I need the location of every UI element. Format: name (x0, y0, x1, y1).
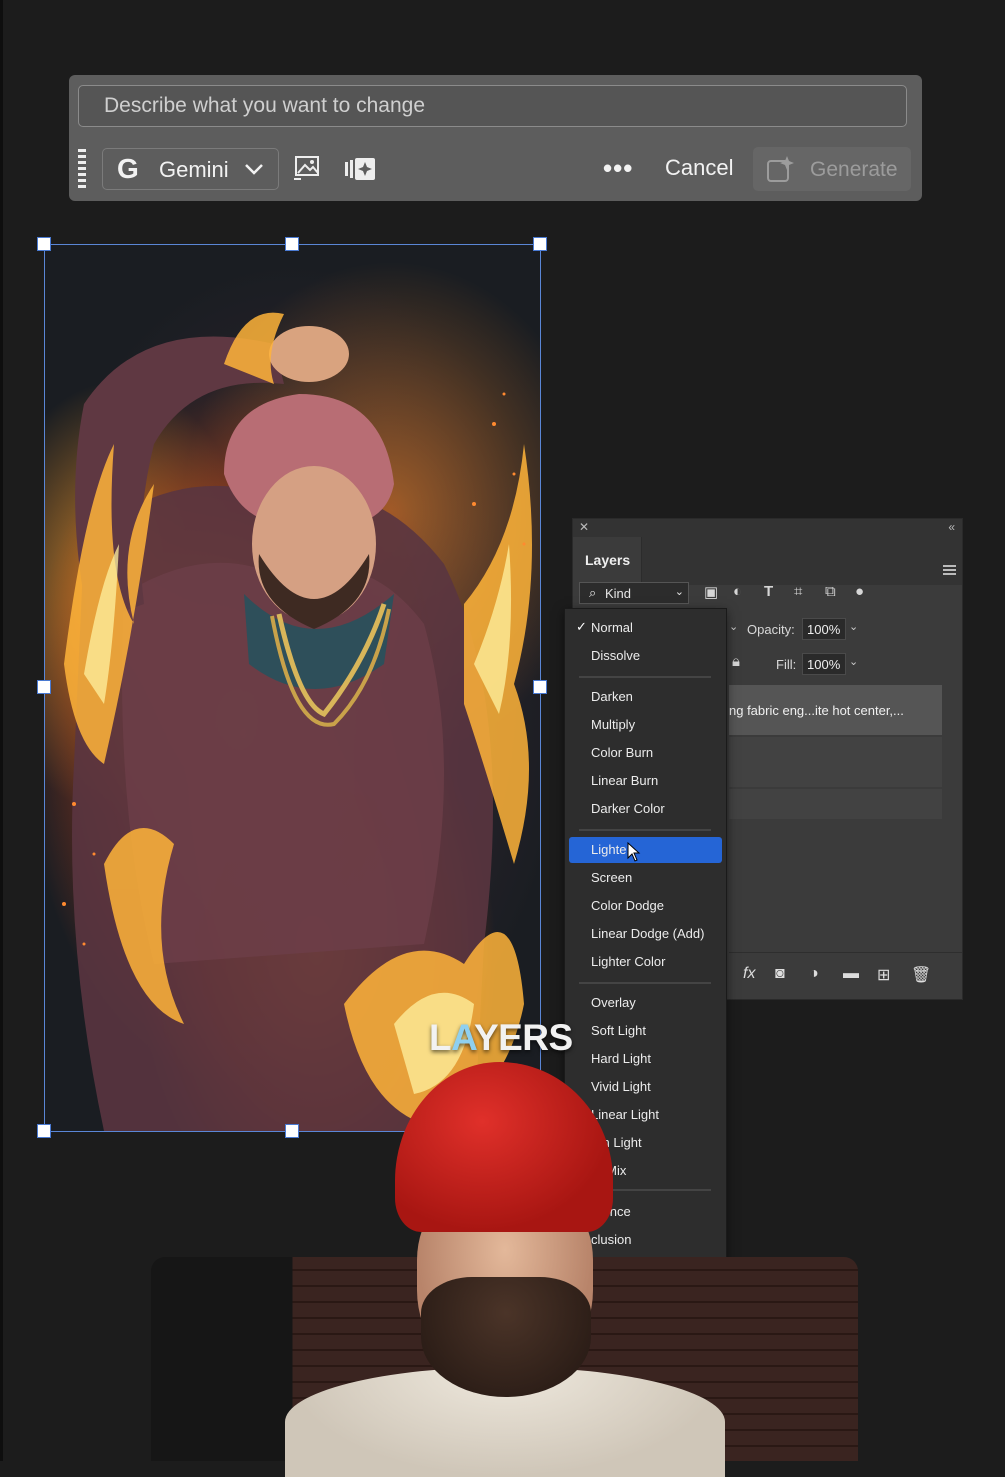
presenter-beard (421, 1277, 591, 1397)
chevron-down-icon (245, 164, 263, 175)
video-caption: LAYERS (429, 1017, 573, 1059)
new-layer-icon[interactable]: ⊞ (877, 965, 890, 985)
layer-row[interactable]: ng fabric eng...ite hot center,... (729, 685, 942, 735)
blend-mode-label: Color Dodge (591, 898, 664, 913)
filter-type-icon[interactable]: T (764, 583, 773, 600)
blend-mode-item[interactable]: Dissolve (569, 643, 722, 669)
blend-mode-label: Linear Burn (591, 773, 659, 788)
blend-mode-item[interactable]: Color Dodge (569, 893, 722, 919)
drag-grip-icon[interactable] (78, 149, 86, 189)
blend-mode-label: Lighte (591, 842, 627, 857)
transform-handle-left[interactable] (37, 680, 51, 694)
layer-row[interactable] (729, 789, 942, 819)
blend-mode-label: Darker Color (591, 801, 665, 816)
tab-layers-label: Layers (585, 552, 631, 568)
filter-toggle-icon[interactable]: ● (855, 583, 864, 600)
opacity-label: Opacity: (747, 622, 795, 637)
collapse-icon[interactable]: « (948, 520, 955, 534)
filter-adjustment-icon[interactable]: ◐ (733, 583, 742, 600)
caption-part: YERS (473, 1017, 573, 1058)
transform-handle-right[interactable] (533, 680, 547, 694)
search-icon: ⌕ (589, 585, 597, 600)
filter-shape-icon[interactable]: ⌗ (794, 583, 802, 600)
transform-bounding-box[interactable] (44, 244, 541, 1132)
blend-mode-item[interactable]: ✓ Normal (569, 615, 722, 641)
blend-mode-item[interactable]: Darker Color (569, 796, 722, 822)
contextual-task-bar: Describe what you want to change G Gemin… (69, 75, 922, 201)
generate-sparkle-icon (767, 156, 794, 182)
generative-variations-icon[interactable] (343, 153, 377, 185)
blend-mode-label: Linear Dodge (Add) (591, 926, 705, 941)
filter-kind-label: Kind (605, 586, 632, 601)
google-g-icon: G (117, 153, 139, 184)
layer-name: ng fabric eng...ite hot center,... (729, 703, 904, 718)
left-edge (0, 0, 3, 1461)
lock-icon[interactable]: 🔒︎ (732, 653, 740, 670)
blend-mode-item[interactable]: Multiply (569, 712, 722, 738)
blend-mode-item[interactable]: Linear Dodge (Add) (569, 921, 722, 947)
caption-part: L (429, 1017, 452, 1058)
reference-image-icon[interactable] (291, 153, 325, 185)
model-dropdown[interactable]: G Gemini (102, 148, 279, 190)
blend-mode-label: Lighter Color (591, 954, 666, 969)
fill-chevron-icon[interactable]: ⌄ (849, 655, 865, 677)
opacity-chevron-icon[interactable]: ⌄ (849, 620, 865, 642)
caption-highlight: A (451, 1017, 474, 1058)
menu-divider (579, 676, 711, 678)
opacity-field[interactable]: 100% (802, 618, 846, 640)
blend-mode-label: Multiply (591, 717, 636, 732)
chevron-down-icon: ⌄ (674, 586, 684, 598)
generate-label: Generate (810, 158, 898, 181)
tab-layers[interactable]: Layers (573, 537, 642, 585)
adjustment-layer-icon[interactable]: ◑ (809, 965, 819, 983)
blend-mode-item[interactable]: Overlay (569, 990, 722, 1016)
model-label: Gemini (159, 157, 229, 182)
layers-footer: fx ◙ ◑ ▬ ⊞ 🗑︎ (729, 952, 962, 999)
blend-mode-label: Color Burn (591, 745, 654, 760)
blend-mode-item[interactable]: Soft Light (569, 1018, 722, 1044)
blend-mode-chevron-icon[interactable]: ⌄ (729, 620, 745, 642)
blend-mode-item[interactable]: Color Burn (569, 740, 722, 766)
more-options-button[interactable]: ••• (603, 153, 633, 184)
check-icon: ✓ (576, 619, 587, 634)
blend-mode-label: Dissolve (591, 648, 641, 663)
presenter-webcam (285, 1062, 725, 1477)
blend-mode-item[interactable]: Screen (569, 865, 722, 891)
generate-button[interactable]: Generate (753, 147, 911, 191)
blend-mode-item[interactable]: Darken (569, 684, 722, 710)
menu-divider (579, 829, 711, 831)
blend-mode-item[interactable]: Linear Burn (569, 768, 722, 794)
transform-handle-bottom-left[interactable] (37, 1124, 51, 1138)
blend-mode-item[interactable]: Lighter Color (569, 949, 722, 975)
layer-mask-icon[interactable]: ◙ (775, 965, 785, 983)
group-folder-icon[interactable]: ▬ (843, 965, 859, 983)
blend-mode-item-highlighted[interactable]: Lighte (569, 837, 722, 863)
filter-smart-object-icon[interactable]: ⧉ (825, 583, 836, 600)
transform-handle-top-right[interactable] (533, 237, 547, 251)
menu-divider (579, 982, 711, 984)
blend-mode-label: Normal (591, 620, 633, 635)
layer-row[interactable] (729, 737, 942, 787)
close-icon[interactable]: ✕ (579, 520, 589, 534)
transform-handle-top-left[interactable] (37, 237, 51, 251)
blend-mode-label: Screen (591, 870, 633, 885)
panel-tabbar (641, 537, 962, 585)
fx-icon[interactable]: fx (743, 965, 755, 983)
prompt-input[interactable]: Describe what you want to change (78, 85, 907, 127)
presenter-red-beanie (395, 1062, 613, 1232)
trash-icon[interactable]: 🗑︎ (911, 965, 931, 985)
cancel-button[interactable]: Cancel (665, 155, 733, 181)
panel-menu-icon[interactable] (943, 565, 956, 575)
transform-handle-top[interactable] (285, 237, 299, 251)
blend-mode-label: Overlay (591, 995, 636, 1010)
filter-pixel-icon[interactable]: ▣ (704, 583, 718, 601)
fill-label: Fill: (776, 657, 797, 672)
blend-mode-label: Soft Light (591, 1023, 646, 1038)
fill-field[interactable]: 100% (802, 653, 846, 675)
blend-mode-label: Darken (591, 689, 633, 704)
filter-kind-dropdown[interactable]: ⌕ Kind ⌄ (579, 582, 689, 604)
panel-titlebar: ✕ « (573, 519, 962, 537)
mouse-cursor-icon (627, 842, 641, 862)
transform-handle-bottom[interactable] (285, 1124, 299, 1138)
